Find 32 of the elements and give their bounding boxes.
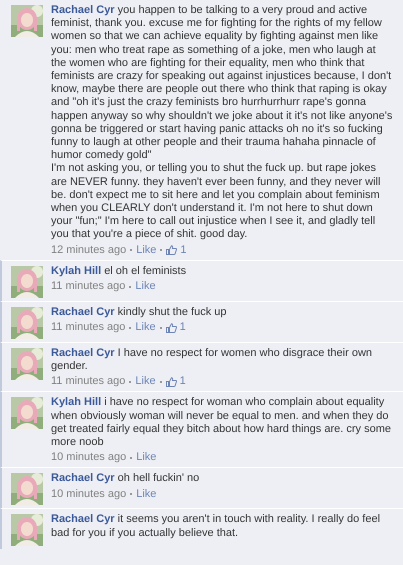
like-link[interactable]: Like — [136, 488, 156, 501]
comment-text: Rachael Cyr oh hell fuckin' no — [51, 472, 200, 486]
author-link[interactable]: Rachael Cyr — [51, 513, 115, 526]
like-link[interactable]: Like — [136, 451, 156, 464]
author-link[interactable]: Kylah Hill — [51, 264, 102, 277]
like-count[interactable]: 1 — [180, 321, 186, 334]
comment-text: Kylah Hill el oh el feminists — [51, 264, 188, 278]
like-link[interactable]: Like — [135, 375, 156, 388]
comment-text: Rachael Cyr kindly shut the fuck up — [51, 306, 228, 320]
like-count[interactable]: 1 — [180, 375, 186, 388]
comment-text: Kylah Hill i have no respect for woman who complain about equality when obviously woman will never be equal to men. and when they do get treated fairly equal they bitch about how hard things are. cry some more noob — [51, 396, 392, 450]
timestamp: 11 minutes ago — [51, 321, 126, 334]
like-link[interactable]: Like — [135, 321, 156, 334]
author-link[interactable]: Rachael Cyr — [51, 346, 115, 359]
timestamp: 12 minutes ago — [51, 244, 126, 257]
like-count[interactable]: 1 — [180, 244, 187, 257]
timestamp: 11 minutes ago — [51, 375, 126, 388]
thumbs-up-icon — [166, 245, 178, 256]
like-link[interactable]: Like — [136, 244, 156, 257]
author-link[interactable]: Rachael Cyr — [51, 306, 115, 318]
timestamp: 11 minutes ago — [51, 280, 126, 294]
author-link[interactable]: Kylah Hill — [51, 396, 102, 408]
comment-text: Rachael Cyr it seems you aren't in touch with reality. I really do feel bad for you if you actually believe that. — [51, 513, 382, 540]
timestamp: 10 minutes ago — [51, 451, 126, 464]
author-link[interactable]: Rachael Cyr — [51, 4, 115, 16]
author-link[interactable]: Rachael Cyr — [51, 472, 115, 484]
comment-text: Rachael Cyr you happen to be talking to a very proud and active feminist, thank you. excuse me for fighting for the rights of my fellow women so that we can achieve equality by fighting against men like you: men who treat rape as something of a joke, men who laugh at the women who are fighting for their equality, men who think that feminists are crazy for speaking out against injustices because, I don't know, maybe there are people out there who think that raping is okay and "oh it's just the crazy feminists bro hurrhurrhurr rape's gonna happen anyway so why shouldn't we joke about it it's not like anyone's gonna be triggered or start having panic attacks oh no it's so fucking funny to laugh at other people and their trauma hahaha pinnacle of humor comedy gold" I'm not asking you, or telling you to shut the fuck up. but rape jokes are NEVER funny. they haven't ever been funny, and they never will be. don't expect me to sit here and let you complain about feminism when you CLEARLY don't understand it. I'm not here to shut down your "fun;" I'm here to call out injustice when I see it, and gladly tell you that you're a piece of shit. good day. — [51, 4, 393, 242]
like-link[interactable]: Like — [135, 280, 156, 294]
timestamp: 10 minutes ago — [51, 488, 126, 501]
thumbs-up-icon — [166, 376, 177, 387]
comment-text: Rachael Cyr I have no respect for women who disgrace their own gender. — [51, 346, 374, 374]
thumbs-up-icon — [166, 322, 177, 333]
